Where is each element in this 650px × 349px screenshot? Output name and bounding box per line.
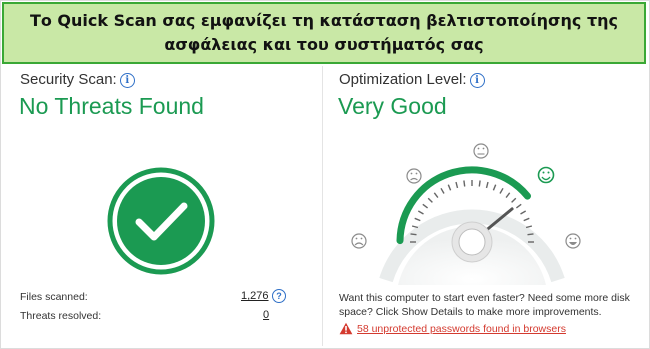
files-scanned-label: Files scanned: [20, 291, 88, 303]
gauge-tick [410, 233, 417, 236]
caption-text: Το Quick Scan σας εμφανίζει τη κατάσταση… [29, 11, 619, 54]
smiley-neutral-icon [473, 143, 489, 159]
gauge-tick [433, 192, 439, 199]
info-icon[interactable]: i [119, 73, 135, 88]
security-scan-label-text: Security Scan: [20, 71, 117, 88]
gauge-tick [422, 203, 429, 209]
warning-icon [339, 322, 353, 335]
gauge-tick [515, 203, 522, 209]
gauge-tick [411, 225, 419, 229]
smiley-very-happy-icon [565, 233, 581, 249]
gauge-tick [427, 197, 433, 203]
unprotected-passwords-link[interactable]: 58 unprotected passwords found in browse… [357, 323, 566, 335]
optimization-status: Very Good [338, 93, 447, 119]
smiley-sad-icon [351, 233, 367, 249]
help-icon[interactable]: ? [272, 289, 286, 303]
gauge-tick [505, 192, 511, 199]
gauge-tick [440, 187, 445, 194]
gauge-tick [478, 180, 481, 187]
threats-resolved-value[interactable]: 0 [263, 309, 269, 321]
files-scanned-value[interactable]: 1,276 [241, 290, 269, 302]
threats-resolved-label: Threats resolved: [20, 310, 102, 322]
gauge-tick [414, 217, 421, 222]
gauge-tick [499, 187, 504, 194]
optimization-message: Want this computer to start even faster?… [339, 292, 630, 318]
gauge-tick [485, 181, 489, 189]
gauge-tick [447, 184, 452, 191]
security-status: No Threats Found [19, 93, 204, 119]
smiley-unhappy-icon [406, 168, 422, 184]
gauge-tick [523, 217, 530, 222]
gauge-tick [492, 184, 497, 191]
gauge-tick [525, 225, 533, 229]
optimization-gauge [351, 143, 581, 285]
gauge-tick [417, 210, 424, 215]
security-scan-label: Security Scan: i [20, 71, 135, 88]
gauge-tick [463, 180, 466, 187]
panel-divider [322, 66, 323, 346]
info-icon[interactable]: i [469, 73, 485, 88]
gauge-tick [511, 197, 517, 203]
optimization-level-label-text: Optimization Level: [339, 71, 467, 88]
smiley-happy-icon [537, 166, 555, 184]
gauge-tick [455, 181, 459, 189]
gauge-tick [527, 233, 534, 236]
optimization-level-label: Optimization Level: i [339, 71, 485, 88]
gauge-tick [520, 210, 527, 215]
caption-banner: Το Quick Scan σας εμφανίζει τη κατάσταση… [2, 2, 646, 64]
checkmark-icon [107, 167, 215, 275]
